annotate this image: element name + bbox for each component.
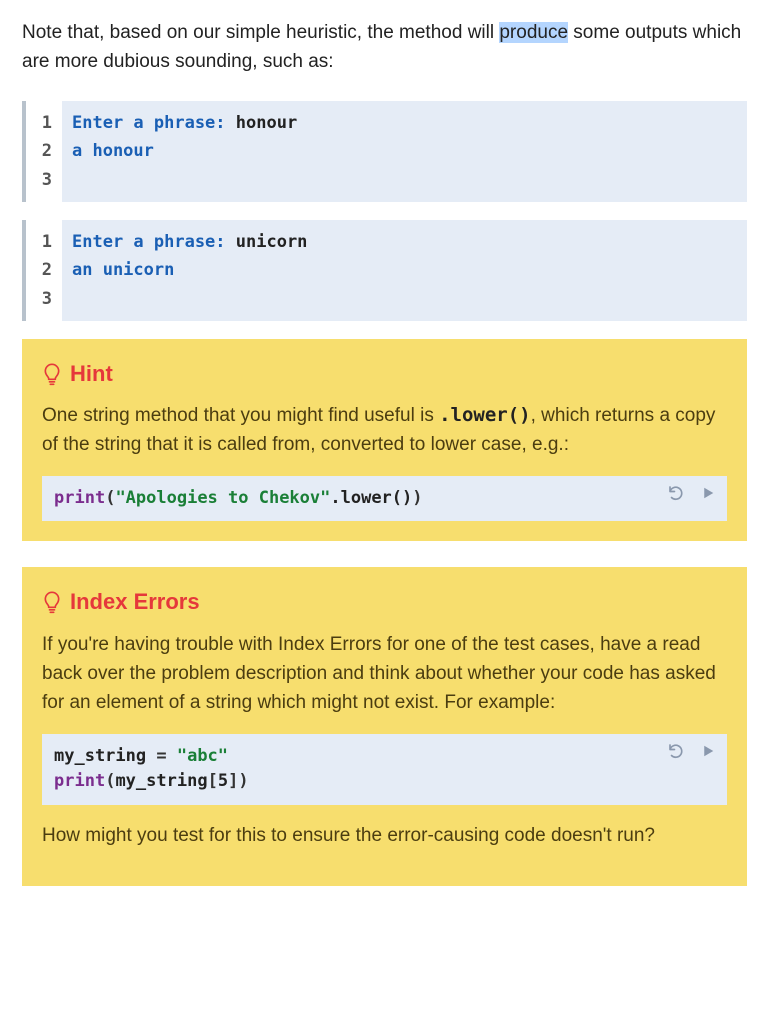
hint-title: Hint [70, 357, 113, 391]
hint-after-text: How might you test for this to ensure th… [42, 821, 727, 850]
line-number: 2 [26, 256, 62, 284]
code-line: Enter a phrase: unicorn [72, 228, 737, 256]
code-actions [667, 742, 717, 760]
prompt-label: Enter a phrase: [72, 232, 236, 252]
line-number: 1 [26, 109, 62, 137]
token-bracket: ] [228, 771, 238, 791]
prompt-label: Enter a phrase: [72, 113, 236, 133]
code-snippet: my_string = "abc" print(my_string[5]) [42, 734, 727, 805]
token-eq: = [146, 746, 177, 766]
token-var: my_string [54, 746, 146, 766]
hint-box-hint: Hint One string method that you might fi… [22, 339, 747, 541]
code-line: print("Apologies to Chekov".lower()) [54, 486, 715, 512]
token-var: my_string [115, 771, 207, 791]
lightbulb-icon [42, 589, 62, 615]
hint-text: One string method that you might find us… [42, 401, 727, 460]
hint-box-index-errors: Index Errors If you're having trouble wi… [22, 567, 747, 886]
reset-icon[interactable] [667, 742, 685, 760]
code-line-empty [72, 166, 737, 192]
lightbulb-icon [42, 361, 62, 387]
token-function: print [54, 488, 105, 508]
play-icon[interactable] [699, 484, 717, 502]
code-line: print(my_string[5]) [54, 769, 715, 795]
code-line: a honour [72, 137, 737, 165]
hint-text-before: One string method that you might find us… [42, 405, 439, 426]
inline-code: .lower() [439, 404, 531, 426]
hint-title: Index Errors [70, 585, 200, 619]
reset-icon[interactable] [667, 484, 685, 502]
code-line: Enter a phrase: honour [72, 109, 737, 137]
play-icon[interactable] [699, 742, 717, 760]
code-body: Enter a phrase: honour a honour [62, 101, 747, 202]
example-block-2: 1 2 3 Enter a phrase: unicorn an unicorn [22, 220, 747, 321]
token-number: 5 [218, 771, 228, 791]
token-string: "Apologies to Chekov" [115, 488, 330, 508]
line-number: 3 [26, 285, 62, 313]
code-actions [667, 484, 717, 502]
line-number: 2 [26, 137, 62, 165]
user-input: unicorn [236, 232, 308, 252]
example-block-1: 1 2 3 Enter a phrase: honour a honour [22, 101, 747, 202]
token-method: .lower() [330, 488, 412, 508]
intro-paragraph: Note that, based on our simple heuristic… [22, 18, 747, 77]
code-line: my_string = "abc" [54, 744, 715, 770]
hint-header: Hint [42, 357, 727, 391]
intro-before: Note that, based on our simple heuristic… [22, 22, 499, 43]
code-snippet: print("Apologies to Chekov".lower()) [42, 476, 727, 522]
user-input: honour [236, 113, 297, 133]
token-string: "abc" [177, 746, 228, 766]
token-bracket: [ [208, 771, 218, 791]
hint-text: If you're having trouble with Index Erro… [42, 630, 727, 718]
code-body: Enter a phrase: unicorn an unicorn [62, 220, 747, 321]
code-line: an unicorn [72, 256, 737, 284]
code-line-empty [72, 285, 737, 311]
output-text: an unicorn [72, 260, 174, 280]
gutter: 1 2 3 [26, 220, 62, 321]
line-number: 1 [26, 228, 62, 256]
line-number: 3 [26, 166, 62, 194]
hint-header: Index Errors [42, 585, 727, 619]
intro-highlight: produce [499, 22, 568, 43]
token-function: print [54, 771, 105, 791]
output-text: a honour [72, 141, 154, 161]
gutter: 1 2 3 [26, 101, 62, 202]
